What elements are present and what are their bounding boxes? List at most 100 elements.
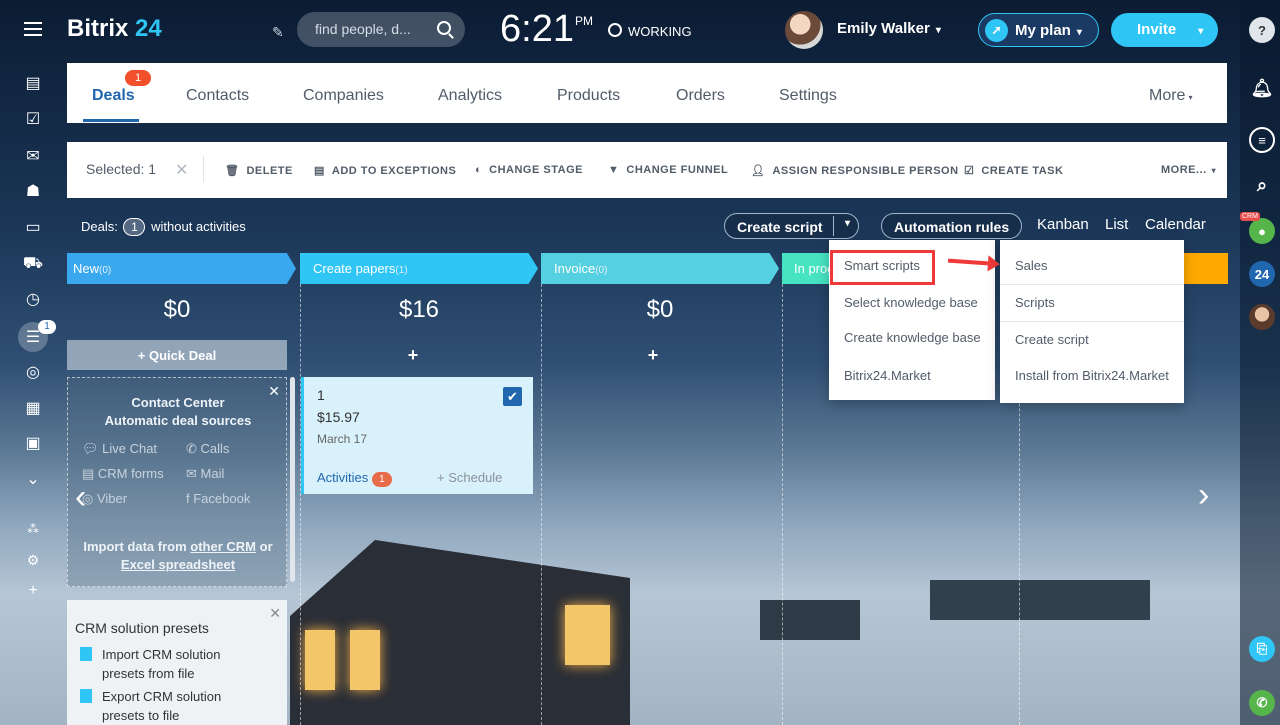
menu-item-create-kb[interactable]: Create knowledge base: [844, 330, 981, 345]
cart-icon[interactable]: ⛟: [22, 253, 44, 275]
stage-next[interactable]: [1183, 253, 1228, 284]
change-stage-button[interactable]: ◐ CHANGE STAGE: [475, 164, 583, 176]
view-kanban[interactable]: Kanban: [1037, 216, 1089, 233]
menu-item-sales[interactable]: Sales: [1015, 258, 1048, 273]
mail-source[interactable]: ✉ Mail: [186, 466, 224, 482]
search-input[interactable]: find people, d...: [297, 12, 465, 47]
excel-link[interactable]: Excel spreadsheet: [121, 557, 235, 572]
column-scrollbar[interactable]: [290, 377, 295, 582]
change-stage-label: CHANGE STAGE: [489, 164, 583, 176]
create-script-label: Create script: [737, 219, 823, 235]
divider: [203, 156, 204, 182]
crm-contact-icon[interactable]: ●: [1249, 218, 1275, 244]
user-avatar-icon[interactable]: [1249, 304, 1275, 330]
clock-icon[interactable]: ◷: [22, 288, 44, 310]
menu-icon[interactable]: [24, 22, 42, 36]
user-menu[interactable]: Emily Walker ▾: [837, 20, 941, 37]
structure-icon[interactable]: ⁂: [22, 518, 44, 540]
avatar[interactable]: [785, 11, 823, 49]
add-icon[interactable]: +: [22, 580, 44, 602]
close-icon[interactable]: ✕: [175, 160, 188, 180]
chevron-right-icon[interactable]: ›: [1198, 476, 1209, 515]
activities-link[interactable]: Activities 1: [317, 470, 392, 487]
menu-item-market[interactable]: Bitrix24.Market: [844, 368, 931, 383]
add-deal-icon[interactable]: +: [393, 345, 433, 366]
schedule-link[interactable]: + Schedule: [437, 470, 502, 485]
rocket-icon: ➚: [985, 19, 1008, 42]
sites-icon[interactable]: ▣: [22, 432, 44, 454]
background-window: [565, 605, 610, 665]
export-presets-link[interactable]: Export CRM solution presets to file: [80, 687, 222, 725]
contact-card-icon[interactable]: ▭: [22, 216, 44, 238]
delete-button[interactable]: 🗑︎ DELETE: [225, 164, 293, 177]
change-funnel-button[interactable]: ▼ CHANGE FUNNEL: [608, 164, 728, 176]
help-icon[interactable]: ?: [1249, 17, 1275, 43]
add-deal-icon[interactable]: +: [633, 345, 673, 366]
deal-card[interactable]: 1 $15.97 March 17 ✔ Activities 1 + Sched…: [301, 377, 533, 494]
bell-icon[interactable]: 🔔︎: [1249, 75, 1275, 101]
logo[interactable]: Bitrix 24: [67, 15, 162, 43]
groups-icon[interactable]: ☗: [22, 180, 44, 202]
search-icon[interactable]: [437, 21, 451, 35]
apps-icon[interactable]: ▦: [22, 397, 44, 419]
more-actions-button[interactable]: MORE... ▾: [1161, 164, 1216, 176]
quick-deal-button[interactable]: + Quick Deal: [67, 340, 287, 370]
messages-icon[interactable]: ≡: [1249, 127, 1275, 153]
tab-analytics[interactable]: Analytics: [438, 87, 502, 105]
calls-source[interactable]: ✆ Calls: [186, 441, 229, 457]
other-crm-link[interactable]: other CRM: [190, 539, 256, 554]
divider: [1000, 284, 1184, 285]
live-chat-source[interactable]: 💬︎ Live Chat: [82, 441, 157, 457]
my-plan-button[interactable]: ➚ My plan ▾: [978, 13, 1099, 47]
crm-forms-source[interactable]: ▤ CRM forms: [82, 466, 164, 482]
view-calendar[interactable]: Calendar: [1145, 216, 1206, 233]
clock-time[interactable]: 6:21: [500, 8, 574, 51]
target-icon[interactable]: ◎: [22, 361, 44, 383]
feed-icon[interactable]: ▤: [22, 72, 44, 94]
bitrix24-icon[interactable]: 24: [1249, 261, 1275, 287]
quick-call-icon[interactable]: ⎘: [1249, 636, 1275, 662]
facebook-source[interactable]: f Facebook: [186, 491, 250, 506]
tab-deals[interactable]: Deals: [92, 87, 135, 105]
create-task-button[interactable]: ☑ CREATE TASK: [964, 164, 1063, 177]
phone-icon[interactable]: ✆: [1249, 690, 1275, 716]
checkbox-checked[interactable]: ✔: [503, 387, 522, 406]
menu-item-create-script[interactable]: Create script: [1015, 332, 1089, 347]
view-list[interactable]: List: [1105, 216, 1128, 233]
tab-companies[interactable]: Companies: [303, 87, 384, 105]
import-presets-link[interactable]: Import CRM solution presets from file: [80, 645, 220, 683]
invite-button[interactable]: Invite ▾: [1111, 13, 1218, 47]
export-presets-line1: Export CRM solution: [102, 689, 222, 704]
add-to-exceptions-button[interactable]: ▤ ADD TO EXCEPTIONS: [314, 164, 456, 177]
deals-count[interactable]: 1: [123, 218, 146, 236]
tab-orders[interactable]: Orders: [676, 87, 725, 105]
chat-icon[interactable]: ✉: [22, 145, 44, 167]
stage-new[interactable]: New(0): [67, 253, 296, 284]
pencil-icon[interactable]: ✎: [272, 24, 284, 41]
expand-icon[interactable]: ⌄: [22, 468, 44, 490]
tab-products[interactable]: Products: [557, 87, 620, 105]
menu-item-install-market[interactable]: Install from Bitrix24.Market: [1015, 368, 1169, 383]
stage-in-progress[interactable]: In prog: [782, 253, 832, 284]
viber-source[interactable]: ◎ Viber: [82, 491, 127, 507]
search-icon[interactable]: ⌕: [1249, 172, 1275, 198]
settings-icon[interactable]: ⚙: [22, 549, 44, 571]
right-sidebar: [1240, 0, 1280, 725]
stage-create-papers[interactable]: Create papers(1): [300, 253, 538, 284]
deal-title[interactable]: 1: [317, 387, 325, 403]
close-icon[interactable]: ✕: [269, 605, 281, 622]
work-status[interactable]: WORKING: [608, 23, 692, 39]
tasks-icon[interactable]: ☑: [22, 108, 44, 130]
menu-item-select-kb[interactable]: Select knowledge base: [844, 295, 978, 310]
automation-rules-button[interactable]: Automation rules: [881, 213, 1023, 239]
stage-invoice[interactable]: Invoice(0): [541, 253, 779, 284]
assign-responsible-button[interactable]: 👤︎ ASSIGN RESPONSIBLE PERSON: [751, 164, 959, 177]
chevron-left-icon[interactable]: ‹: [75, 478, 86, 517]
tab-settings[interactable]: Settings: [779, 87, 837, 105]
chevron-down-icon[interactable]: ▾: [845, 218, 850, 229]
tab-more[interactable]: More ▾: [1149, 87, 1192, 105]
menu-item-scripts[interactable]: Scripts: [1015, 295, 1055, 310]
tab-contacts[interactable]: Contacts: [186, 87, 249, 105]
crm-badge: 1: [38, 320, 56, 334]
create-script-button[interactable]: Create script ▾: [724, 213, 859, 239]
